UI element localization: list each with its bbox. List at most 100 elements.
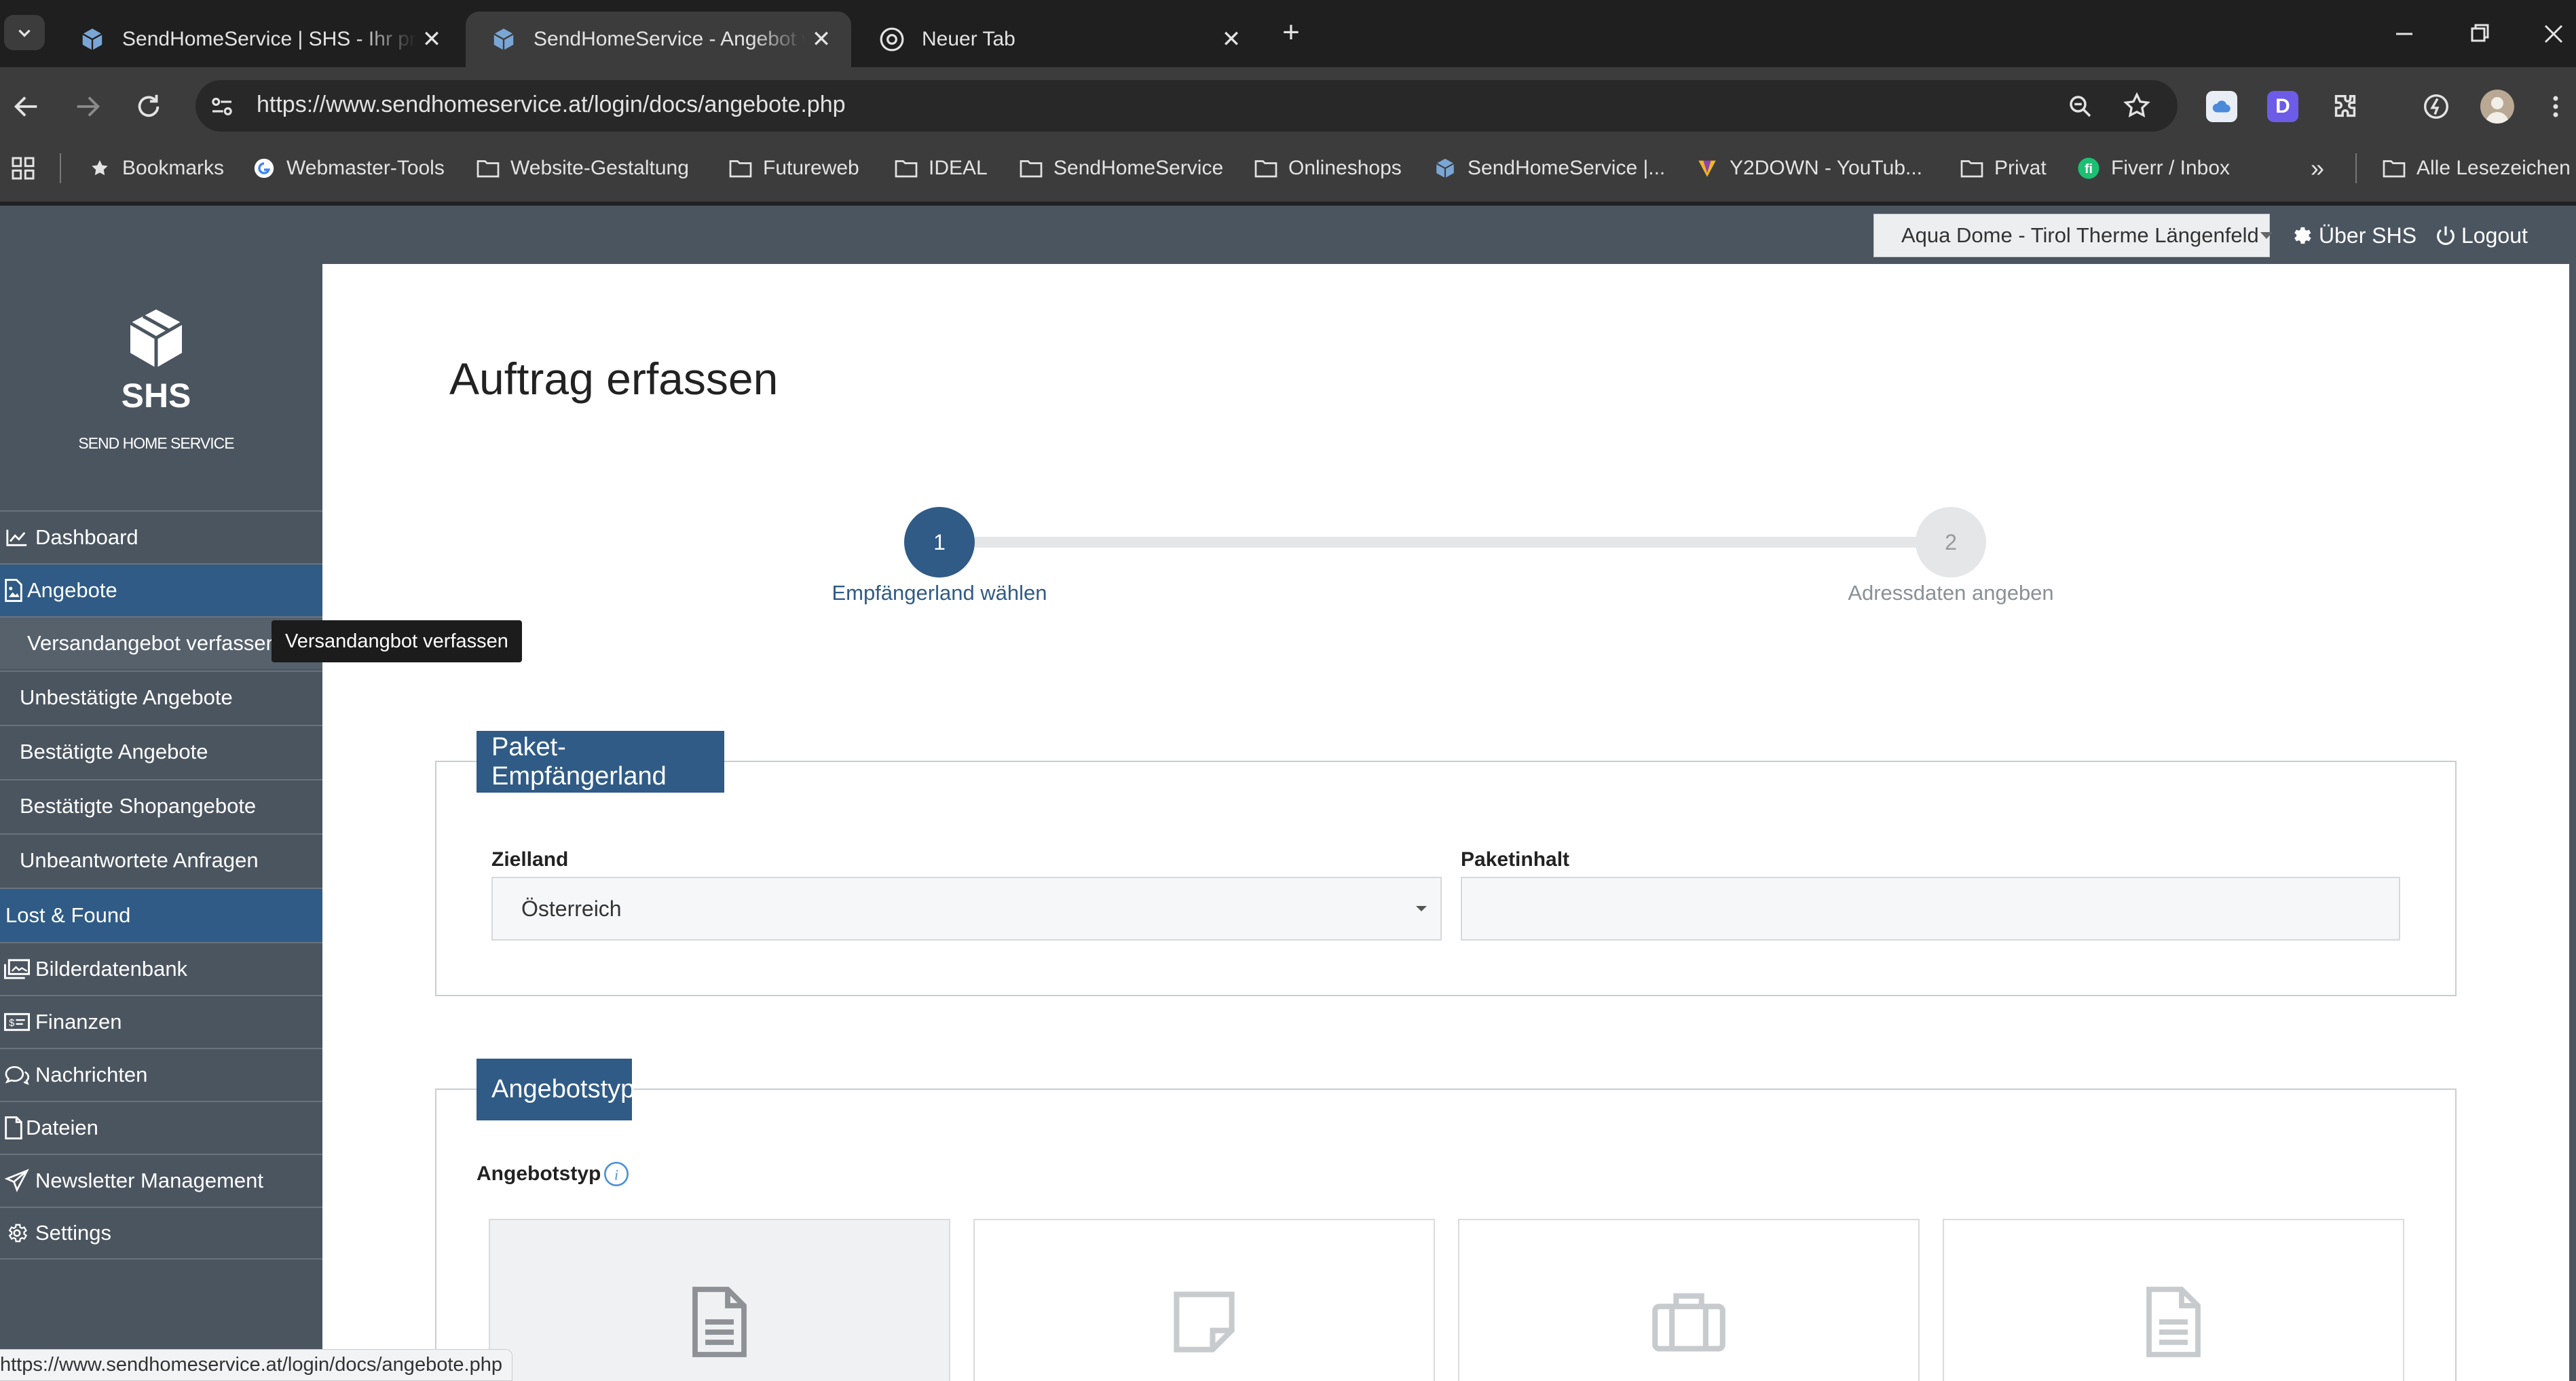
window-close-icon[interactable] — [2539, 19, 2569, 49]
bookmark-y2down[interactable]: Y2DOWN - YouTub... — [1694, 151, 1922, 186]
sidebar-item-angebote[interactable]: Angebote — [0, 563, 322, 616]
star-icon — [87, 155, 113, 181]
sidebar-item-dashboard[interactable]: Dashboard — [0, 510, 322, 563]
sidebar-item-bilderdatenbank[interactable]: Bilderdatenbank — [0, 942, 322, 995]
extensions-puzzle-icon[interactable] — [2330, 91, 2361, 122]
offer-type-card-2[interactable] — [973, 1219, 1435, 1381]
tooltip: Versandangbot verfassen — [272, 620, 522, 662]
paper-plane-icon — [4, 1168, 30, 1194]
site-settings-icon[interactable] — [208, 92, 236, 121]
sidebar-item-dateien[interactable]: Dateien — [0, 1101, 322, 1154]
sidebar-subitem-bestaetigte[interactable]: Bestätigte Angebote — [0, 725, 322, 778]
profile-avatar[interactable] — [2480, 90, 2514, 124]
sidebar-item-lost-found[interactable]: Lost & Found — [0, 888, 322, 942]
cube-favicon-icon — [1432, 155, 1458, 181]
new-tab-button[interactable]: + — [1276, 18, 1306, 48]
box-logo-icon — [129, 309, 183, 368]
logout-link[interactable]: Logout — [2434, 217, 2528, 254]
forward-icon[interactable] — [72, 91, 103, 122]
destination-select[interactable]: Österreich — [491, 877, 1442, 941]
close-icon[interactable]: ✕ — [417, 24, 447, 54]
bookmark-futureweb[interactable]: Futureweb — [728, 151, 859, 186]
page-scrollbar[interactable] — [2569, 206, 2576, 1381]
page-title: Auftrag erfassen — [449, 354, 779, 404]
cloud-extension-icon[interactable] — [2206, 91, 2237, 122]
bookmark-webmaster-tools[interactable]: Webmaster-Tools — [251, 151, 445, 186]
tab-title: SendHomeService - Angebot ve — [534, 28, 806, 50]
svg-text:$: $ — [9, 1018, 14, 1029]
tab-title: SendHomeService | SHS - Ihr pr — [122, 28, 416, 50]
google-icon — [251, 155, 277, 181]
apps-grid-icon[interactable] — [10, 155, 37, 182]
comments-icon — [4, 1062, 30, 1088]
bookmark-privat[interactable]: Privat — [1959, 151, 2047, 186]
info-icon[interactable]: i — [603, 1160, 630, 1188]
tab-search-button[interactable] — [4, 15, 45, 50]
cube-favicon-icon — [77, 24, 107, 54]
performance-icon[interactable] — [2421, 91, 2452, 122]
bookmark-website-gestaltung[interactable]: Website-Gestaltung — [475, 151, 689, 186]
bookmark-fiverr[interactable]: fi Fiverr / Inbox — [2076, 151, 2230, 186]
svg-text:i: i — [614, 1167, 618, 1183]
sidebar-item-newsletter[interactable]: Newsletter Management — [0, 1154, 322, 1207]
star-icon[interactable] — [2122, 91, 2152, 121]
menu-kebab-icon[interactable] — [2545, 91, 2566, 122]
content-label: Paketinhalt — [1461, 848, 1570, 871]
sidebar-item-nachrichten[interactable]: Nachrichten — [0, 1048, 322, 1101]
browser-tab-1[interactable]: SendHomeService | SHS - Ihr pr ✕ — [54, 12, 462, 67]
svg-text:fi: fi — [2085, 162, 2093, 176]
bookmark-onlineshops[interactable]: Onlineshops — [1253, 151, 1402, 186]
url-text[interactable]: https://www.sendhomeservice.at/login/doc… — [257, 92, 846, 118]
shs-logo[interactable]: SHS SEND HOME SERVICE — [41, 305, 272, 461]
gear-icon — [4, 1220, 30, 1246]
location-select[interactable]: Aqua Dome - Tirol Therme Längenfeld — [1873, 214, 2273, 257]
close-icon[interactable]: ✕ — [1216, 24, 1246, 54]
offer-type-card-3[interactable] — [1458, 1219, 1920, 1381]
more-bookmarks-icon[interactable]: » — [2304, 155, 2331, 182]
reload-icon[interactable] — [133, 91, 164, 122]
location-select-value: Aqua Dome - Tirol Therme Längenfeld — [1901, 223, 2259, 247]
back-icon[interactable] — [11, 91, 42, 122]
bookmark-all-bookmarks[interactable]: Alle Lesezeichen — [2381, 151, 2571, 186]
browser-tab-3[interactable]: Neuer Tab ✕ — [854, 12, 1261, 67]
bookmark-sendhomeservice-site[interactable]: SendHomeService |... — [1432, 151, 1665, 186]
caret-down-icon — [1415, 905, 1428, 913]
document-image-icon — [4, 578, 23, 603]
destination-label: Zielland — [491, 848, 569, 871]
zoom-icon[interactable] — [2066, 92, 2095, 121]
step-1-label: Empfängerland wählen — [832, 581, 1047, 605]
briefcase-icon — [1651, 1289, 1727, 1381]
sidebar-subitem-anfragen[interactable]: Unbeantwortete Anfragen — [0, 833, 322, 886]
d-extension-icon[interactable]: D — [2267, 91, 2298, 122]
minimize-icon[interactable] — [2389, 20, 2419, 48]
document-lines-icon — [2145, 1285, 2202, 1381]
sidebar-item-settings[interactable]: Settings — [0, 1207, 322, 1260]
chrome-icon — [877, 24, 907, 54]
sidebar-subitem-shopangebote[interactable]: Bestätigte Shopangebote — [0, 779, 322, 832]
about-shs-link[interactable]: Über SHS — [2290, 217, 2416, 254]
bookmarks-divider — [2355, 153, 2357, 183]
step-1-circle[interactable]: 1 — [904, 507, 975, 578]
offer-type-label: Angebotstyp — [477, 1162, 601, 1185]
offer-type-panel-title: Angebotstyp — [477, 1059, 635, 1120]
sticky-note-icon — [1170, 1288, 1238, 1381]
sidebar-item-finanzen[interactable]: $ Finanzen — [0, 995, 322, 1048]
close-icon[interactable]: ✕ — [806, 24, 836, 54]
caret-down-icon — [2259, 231, 2274, 240]
chevron-down-icon — [18, 29, 31, 37]
offer-type-card-1[interactable] — [489, 1219, 950, 1381]
step-2-circle[interactable]: 2 — [1916, 507, 1986, 578]
bookmark-sendhomeservice-folder[interactable]: SendHomeService — [1018, 151, 1223, 186]
bookmarks-divider — [60, 153, 61, 183]
browser-tab-2[interactable]: SendHomeService - Angebot ve ✕ — [466, 12, 851, 67]
restore-icon[interactable] — [2464, 19, 2494, 49]
sidebar-subitem-unbestaetigte[interactable]: Unbestätigte Angebote — [0, 670, 322, 723]
content-input[interactable] — [1461, 877, 2400, 941]
tab-title: Neuer Tab — [922, 28, 1015, 50]
offer-type-card-4[interactable] — [1943, 1219, 2404, 1381]
folder-icon — [1959, 155, 1985, 181]
bookmark-ideal[interactable]: IDEAL — [893, 151, 988, 186]
folder-icon — [1018, 155, 1044, 181]
money-icon: $ — [4, 1009, 30, 1035]
bookmark-bookmarks[interactable]: Bookmarks — [87, 151, 224, 186]
